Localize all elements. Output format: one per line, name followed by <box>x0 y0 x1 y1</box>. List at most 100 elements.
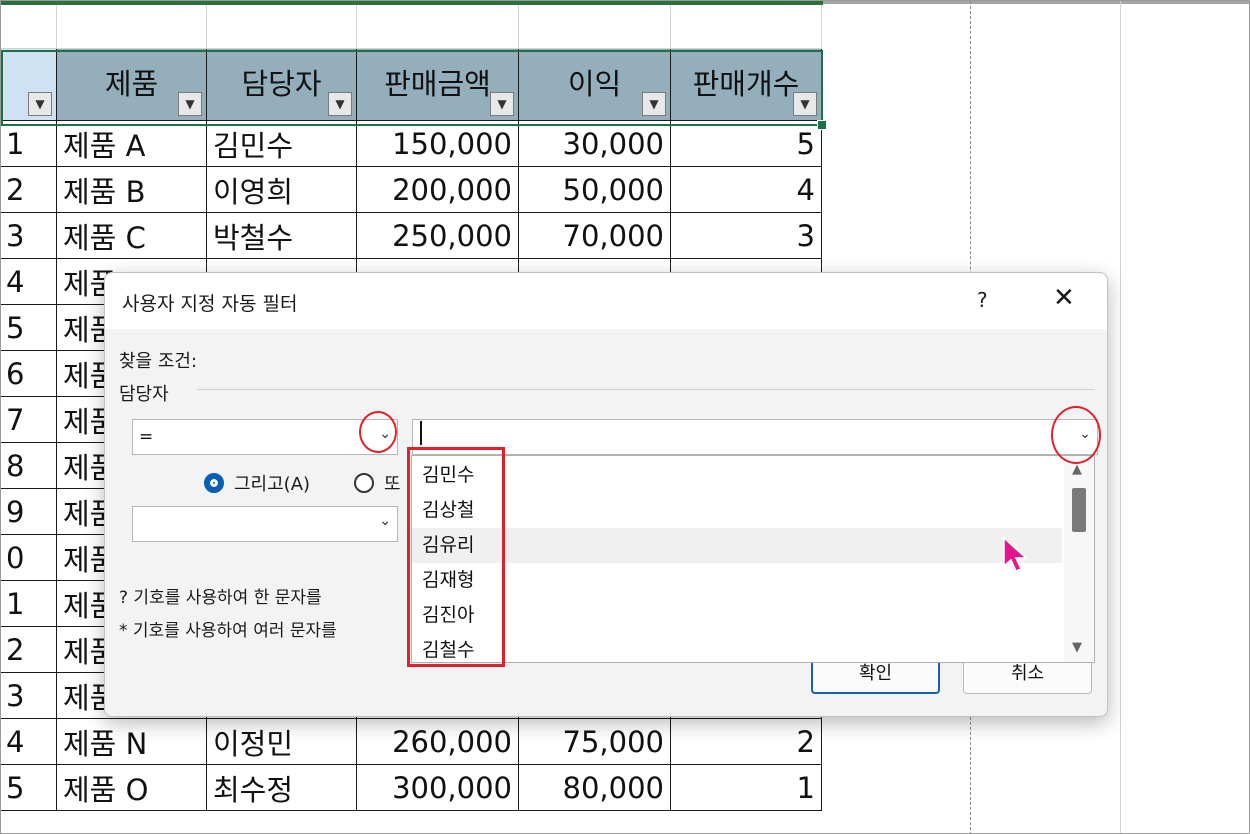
list-item[interactable]: 김상철 <box>412 493 1062 528</box>
chevron-down-icon: ▼ <box>649 97 659 111</box>
cell[interactable] <box>356 5 519 49</box>
cell[interactable] <box>206 5 357 49</box>
cell[interactable] <box>670 5 822 49</box>
radio-or[interactable]: 또 <box>354 470 401 496</box>
table-row: 1 제품 A 김민수 150,000 30,000 5 <box>1 120 822 167</box>
filter-dropdown-button[interactable]: ▼ <box>793 92 817 116</box>
row-number-cell[interactable]: 5 <box>1 304 57 351</box>
sales-cell[interactable]: 150,000 <box>356 120 519 167</box>
sales-cell[interactable]: 300,000 <box>356 764 519 811</box>
row-number-cell[interactable]: 0 <box>1 534 57 581</box>
row-number-cell[interactable]: 1 <box>1 580 57 627</box>
filter-dropdown-button[interactable]: ▼ <box>178 92 202 116</box>
value-combo-1[interactable]: ⌄ <box>412 419 1098 455</box>
wildcard-hint-question: ? 기호를 사용하여 한 문자를 <box>119 588 322 608</box>
count-cell[interactable]: 2 <box>670 718 822 765</box>
chevron-down-icon: ▼ <box>185 97 195 111</box>
row-number-cell[interactable]: 8 <box>1 442 57 489</box>
radio-unselected-icon <box>354 473 374 493</box>
filter-dropdown-button[interactable]: ▼ <box>328 92 352 116</box>
sales-cell[interactable]: 260,000 <box>356 718 519 765</box>
row-number-cell[interactable]: 1 <box>1 120 57 167</box>
list-item[interactable]: 김재형 <box>412 563 1062 598</box>
manager-cell[interactable]: 이정민 <box>206 718 357 765</box>
close-button[interactable]: ✕ <box>1053 283 1075 313</box>
chevron-down-icon: ▼ <box>497 97 507 111</box>
header-cell-count[interactable]: 판매개수 ▼ <box>670 48 822 121</box>
sales-cell[interactable]: 250,000 <box>356 212 519 259</box>
row-number-cell[interactable]: 4 <box>1 718 57 765</box>
cell[interactable] <box>56 5 207 49</box>
scroll-up-icon[interactable]: ▲ <box>1072 462 1082 477</box>
product-cell[interactable]: 제품 N <box>56 718 207 765</box>
help-button[interactable]: ? <box>977 288 988 312</box>
table-row: 3 제품 C 박철수 250,000 70,000 3 <box>1 212 822 259</box>
cell[interactable] <box>1 5 57 49</box>
close-icon: ✕ <box>1053 283 1075 313</box>
fill-handle[interactable] <box>817 120 827 130</box>
chevron-down-icon: ▼ <box>800 97 810 111</box>
operator-combo-1[interactable]: = ⌄ <box>132 419 398 455</box>
list-item[interactable]: 김진아 <box>412 598 1062 633</box>
profit-cell[interactable]: 30,000 <box>518 120 671 167</box>
count-cell[interactable]: 5 <box>670 120 822 167</box>
list-item[interactable]: 김민수 <box>412 458 1062 493</box>
radio-or-label: 또 <box>384 474 401 495</box>
row-number-cell[interactable]: 3 <box>1 672 57 719</box>
sales-cell[interactable]: 200,000 <box>356 166 519 213</box>
profit-cell[interactable]: 75,000 <box>518 718 671 765</box>
header-cell-manager[interactable]: 담당자 ▼ <box>206 48 357 121</box>
row-number-cell[interactable]: 3 <box>1 212 57 259</box>
highlight-box <box>407 447 505 667</box>
profit-cell[interactable]: 80,000 <box>518 764 671 811</box>
manager-cell[interactable]: 박철수 <box>206 212 357 259</box>
product-cell[interactable]: 제품 C <box>56 212 207 259</box>
row-number-cell[interactable]: 9 <box>1 488 57 535</box>
product-cell[interactable]: 제품 O <box>56 764 207 811</box>
manager-cell[interactable]: 이영희 <box>206 166 357 213</box>
row-number-cell[interactable]: 5 <box>1 764 57 811</box>
row-number-cell[interactable]: 2 <box>1 626 57 673</box>
header-label: 제품 <box>104 66 159 101</box>
row-number-cell[interactable]: 7 <box>1 396 57 443</box>
count-cell[interactable]: 3 <box>670 212 822 259</box>
wildcard-hint-star: * 기호를 사용하여 여러 문자를 <box>119 621 337 641</box>
header-cell-blank[interactable]: ▼ <box>1 48 57 121</box>
operator-combo-2[interactable]: ⌄ <box>132 506 398 542</box>
list-item[interactable]: 김철수 <box>412 633 1062 668</box>
chevron-down-icon: ▼ <box>335 97 345 111</box>
list-scrollbar[interactable]: ▲ ▼ <box>1064 456 1094 662</box>
product-cell[interactable]: 제품 B <box>56 166 207 213</box>
group-separator <box>197 389 1095 390</box>
profit-cell[interactable]: 70,000 <box>518 212 671 259</box>
manager-cell[interactable]: 김민수 <box>206 120 357 167</box>
header-cell-profit[interactable]: 이익 ▼ <box>518 48 671 121</box>
header-label: 이익 <box>567 66 622 101</box>
table-row: 5 제품 O 최수정 300,000 80,000 1 <box>1 764 822 811</box>
chevron-down-icon: ⌄ <box>379 513 391 529</box>
manager-cell[interactable]: 최수정 <box>206 764 357 811</box>
count-cell[interactable]: 1 <box>670 764 822 811</box>
list-item[interactable]: 김유리 <box>412 528 1062 563</box>
filter-dropdown-button[interactable]: ▼ <box>490 92 514 116</box>
scroll-down-icon[interactable]: ▼ <box>1072 640 1082 655</box>
highlight-circle <box>1051 406 1101 464</box>
mouse-cursor-icon <box>1003 536 1028 572</box>
product-cell[interactable]: 제품 A <box>56 120 207 167</box>
filter-dropdown-button[interactable]: ▼ <box>642 92 666 116</box>
row-number-cell[interactable]: 4 <box>1 258 57 305</box>
scrollbar-thumb[interactable] <box>1072 488 1086 532</box>
header-cell-product[interactable]: 제품 ▼ <box>56 48 207 121</box>
row-number-cell[interactable]: 2 <box>1 166 57 213</box>
radio-and[interactable]: 그리고(A) <box>204 470 310 496</box>
header-cell-sales[interactable]: 판매금액 ▼ <box>356 48 519 121</box>
row-number-cell[interactable]: 6 <box>1 350 57 397</box>
header-label: 담당자 <box>241 66 322 101</box>
cell[interactable] <box>518 5 671 49</box>
filter-dropdown-button[interactable]: ▼ <box>28 92 52 116</box>
find-condition-label: 찾을 조건: <box>119 351 198 372</box>
count-cell[interactable]: 4 <box>670 166 822 213</box>
value-dropdown-list[interactable]: 김민수 김상철 김유리 김재형 김진아 김철수 ▲ ▼ <box>411 455 1095 663</box>
table-row: 4 제품 N 이정민 260,000 75,000 2 <box>1 718 822 765</box>
profit-cell[interactable]: 50,000 <box>518 166 671 213</box>
